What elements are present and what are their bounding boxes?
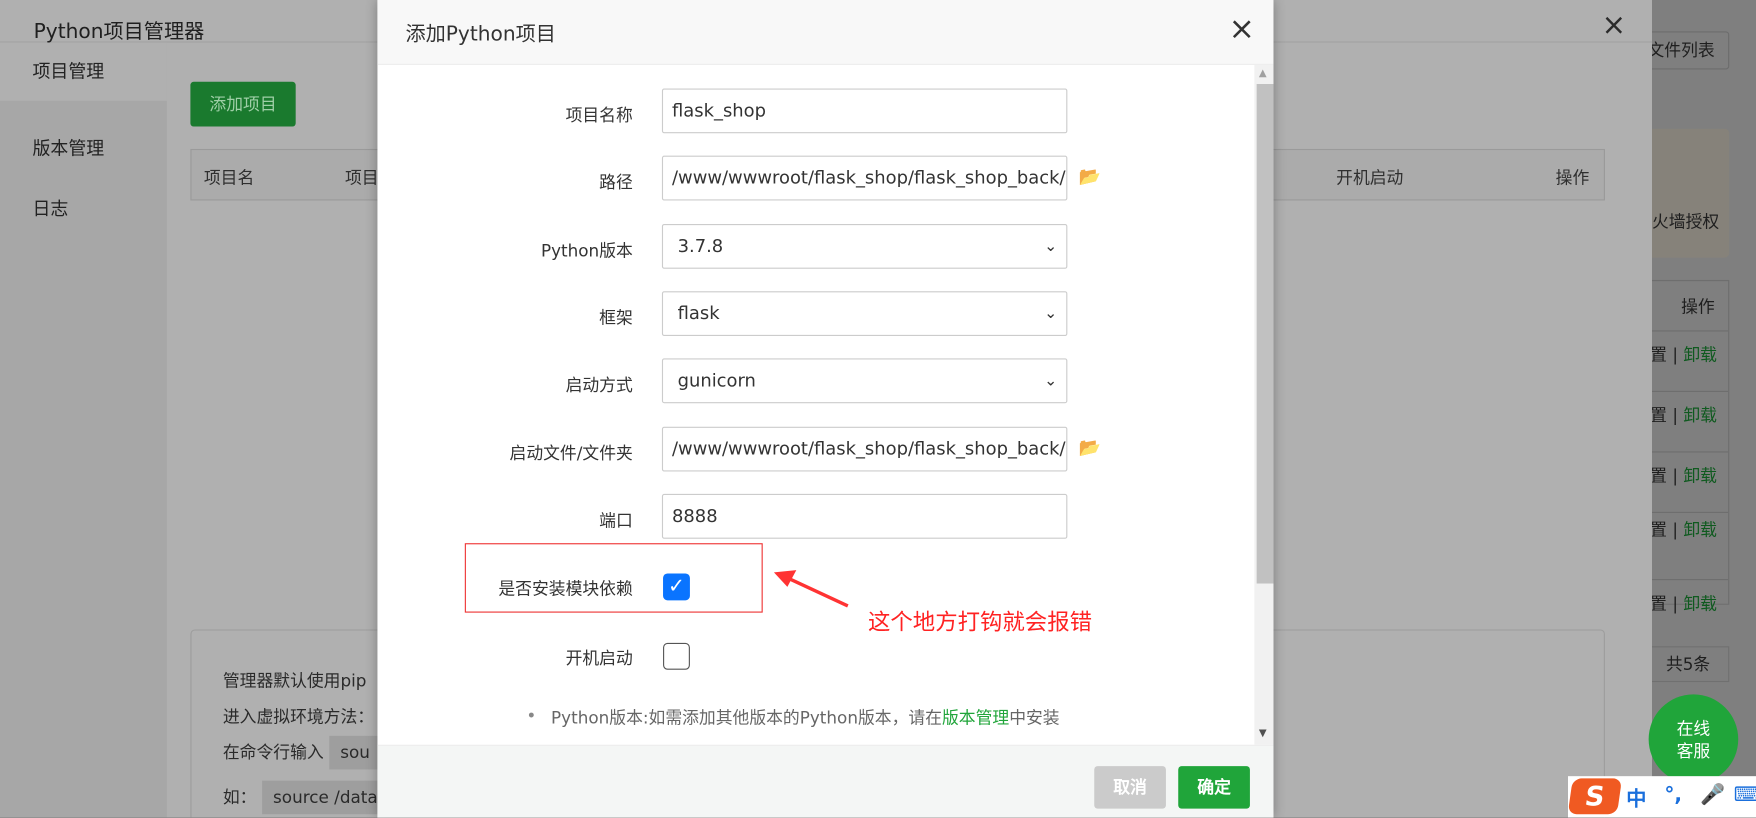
col-ops: 操作 — [1555, 168, 1590, 189]
settings-link[interactable]: 置 — [1650, 466, 1667, 486]
annotation-text: 这个地方打钩就会报错 — [868, 608, 1092, 636]
path-input[interactable]: /www/wwwroot/flask_shop/flask_shop_back/ — [661, 155, 1068, 201]
start-file-input[interactable]: /www/wwwroot/flask_shop/flask_shop_back/… — [661, 426, 1068, 472]
online-service-button[interactable]: 在线 客服 — [1648, 694, 1739, 784]
label-framework: 框架 — [599, 308, 633, 329]
close-icon[interactable]: × — [1229, 13, 1255, 44]
chevron-down-icon: ⌄ — [1044, 304, 1058, 323]
install-deps-checkbox[interactable]: ✓ — [663, 573, 690, 601]
scroll-thumb[interactable] — [1256, 84, 1274, 584]
col-project: 项目 — [344, 168, 379, 189]
close-icon[interactable]: × — [1602, 11, 1626, 40]
service-label: 客服 — [1676, 741, 1711, 762]
info-line: 进入虚拟环境方法： — [222, 706, 375, 727]
sidebar: 项目管理 版本管理 日志 — [0, 42, 167, 818]
separator: | — [1672, 519, 1678, 540]
sidebar-item-logs[interactable]: 日志 — [0, 180, 167, 238]
selected-value: 3.7.8 — [677, 235, 724, 257]
autostart-checkbox[interactable] — [663, 642, 690, 670]
separator: | — [1672, 465, 1678, 487]
separator: | — [1672, 344, 1678, 366]
uninstall-link[interactable]: 卸载 — [1683, 405, 1717, 425]
chevron-down-icon: ⌄ — [1044, 237, 1058, 256]
project-name-input[interactable]: flask_shop — [661, 88, 1068, 134]
punctuation-icon[interactable]: °, — [1664, 783, 1682, 807]
dialog-title: 添加Python项目 — [405, 22, 556, 46]
dialog-footer: 取消 确定 — [377, 744, 1274, 818]
selected-value: gunicorn — [677, 369, 756, 391]
sogou-logo-icon[interactable]: S — [1567, 778, 1623, 815]
add-python-project-dialog: 添加Python项目 × 项目名称 flask_shop 路径 /www/www… — [377, 0, 1274, 818]
tip-item: • Python版本:如需添加其他版本的Python版本，请在版本管理中安装 — [526, 706, 1060, 730]
scrollbar[interactable]: ▲ ▼ — [1254, 64, 1274, 745]
dialog-body: 项目名称 flask_shop 路径 /www/wwwroot/flask_sh… — [377, 65, 1254, 745]
label-start-file: 启动文件/文件夹 — [509, 443, 633, 464]
keyboard-icon[interactable]: ⌨ — [1734, 783, 1756, 807]
info-line: 管理器默认使用pip — [222, 670, 367, 692]
dialog-header: 添加Python项目 × — [377, 0, 1274, 65]
label-python-version: Python版本 — [540, 240, 633, 261]
settings-link[interactable]: 置 — [1650, 520, 1667, 540]
python-version-select[interactable]: 3.7.8 ⌄ — [661, 224, 1068, 269]
separator: | — [1672, 405, 1678, 426]
ime-mode[interactable]: 中 — [1626, 783, 1646, 812]
framework-select[interactable]: flask ⌄ — [661, 291, 1068, 336]
service-label: 在线 — [1676, 719, 1711, 740]
uninstall-link[interactable]: 卸载 — [1683, 594, 1717, 614]
sidebar-item-projects[interactable]: 项目管理 — [0, 42, 167, 101]
folder-icon[interactable]: 📂 — [1079, 437, 1101, 458]
selected-value: flask — [677, 302, 720, 324]
info-line: 如： — [222, 787, 257, 808]
col-name: 项目名 — [203, 168, 255, 189]
uninstall-link[interactable]: 卸载 — [1683, 520, 1717, 540]
uninstall-link[interactable]: 卸载 — [1683, 345, 1717, 365]
sidebar-item-versions[interactable]: 版本管理 — [0, 120, 167, 178]
scroll-down-icon[interactable]: ▼ — [1259, 728, 1267, 739]
label-autostart: 开机启动 — [565, 648, 633, 669]
chevron-down-icon: ⌄ — [1044, 371, 1058, 390]
tip-text: Python版本:如需添加其他版本的Python版本，请在 — [551, 707, 942, 728]
version-manage-link[interactable]: 版本管理 — [942, 708, 1009, 728]
scroll-up-icon[interactable]: ▲ — [1259, 68, 1267, 79]
microphone-icon[interactable]: 🎤 — [1700, 783, 1725, 807]
settings-link[interactable]: 置 — [1650, 345, 1667, 365]
label-port: 端口 — [599, 510, 633, 531]
panel-title: Python项目管理器 — [33, 20, 205, 44]
code-snippet: sou — [329, 735, 382, 770]
label-path: 路径 — [599, 172, 633, 193]
folder-icon[interactable]: 📂 — [1079, 166, 1101, 187]
add-project-button[interactable]: 添加项目 — [190, 81, 296, 127]
start-mode-select[interactable]: gunicorn ⌄ — [661, 358, 1068, 404]
info-line: 在命令行输入 — [222, 742, 324, 763]
ops-header: 操作 — [1681, 296, 1715, 317]
label-project-name: 项目名称 — [565, 105, 633, 126]
port-input[interactable]: 8888 — [661, 493, 1068, 539]
settings-link[interactable]: 置 — [1650, 594, 1667, 614]
annotation-arrow — [773, 570, 849, 608]
col-autostart: 开机启动 — [1336, 168, 1404, 189]
ime-toolbar: S 中 °, 🎤 ⌨ — [1567, 776, 1756, 818]
label-start-mode: 启动方式 — [565, 375, 633, 396]
cancel-button[interactable]: 取消 — [1094, 766, 1166, 809]
confirm-button[interactable]: 确定 — [1178, 766, 1250, 809]
bullet-icon: • — [526, 705, 537, 726]
tip-text: 中安装 — [1009, 707, 1060, 728]
settings-link[interactable]: 置 — [1650, 405, 1667, 425]
code-snippet: source /data — [261, 780, 389, 815]
uninstall-link[interactable]: 卸载 — [1683, 466, 1717, 486]
label-install-deps: 是否安装模块依赖 — [498, 579, 633, 600]
separator: | — [1672, 593, 1678, 614]
